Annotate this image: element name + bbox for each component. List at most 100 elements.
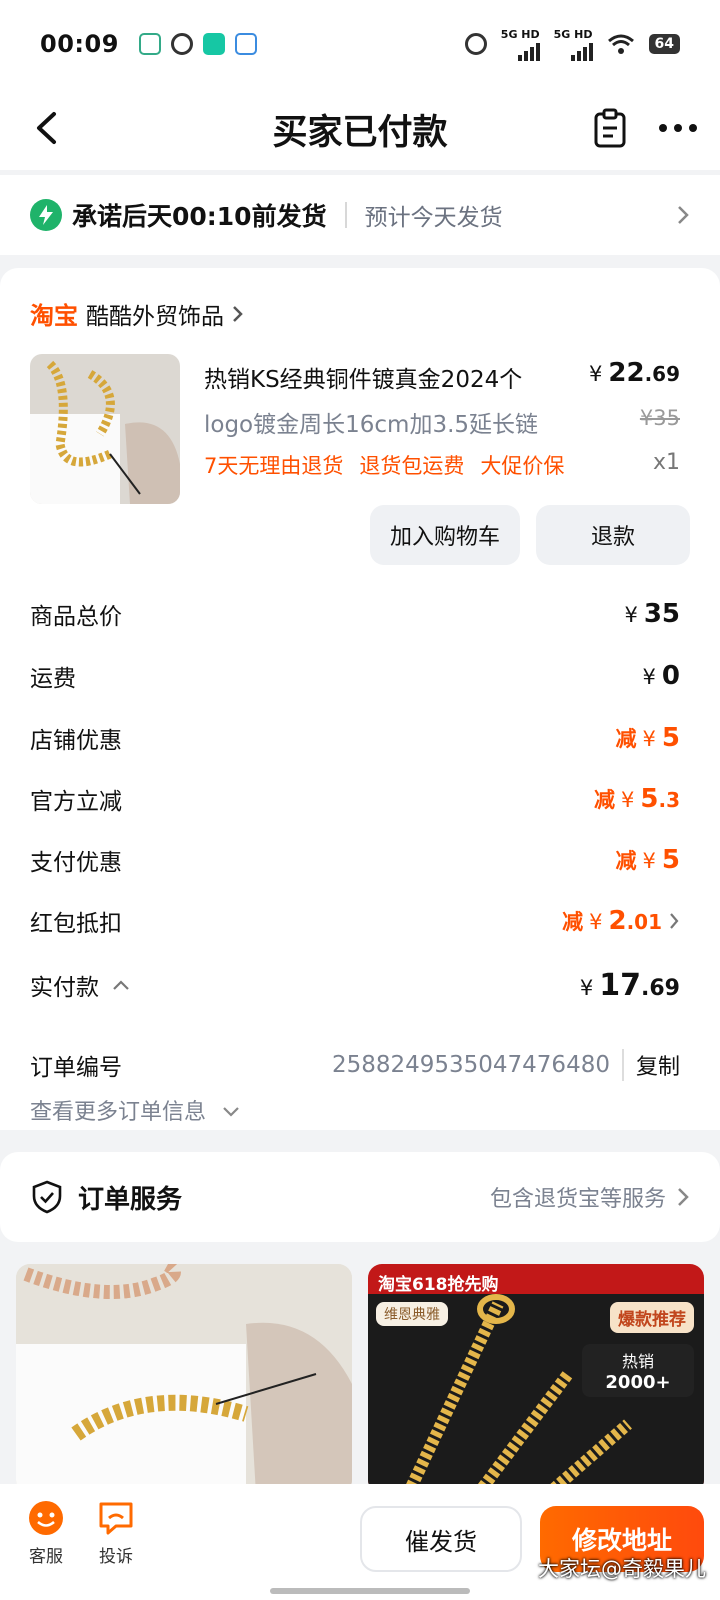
chevron-down-icon <box>223 1107 239 1117</box>
fee-label: 支付优惠 <box>30 850 122 876</box>
app-a-icon <box>202 33 225 55</box>
fee-row-payment-discount: 支付优惠 减 ¥5 <box>30 840 680 880</box>
lightning-icon <box>30 199 62 231</box>
clipboard-icon <box>594 108 626 148</box>
add-to-cart-button[interactable]: 加入购物车 <box>370 505 520 565</box>
copy-button[interactable]: 复制 <box>621 1049 680 1081</box>
app-bilibili-icon <box>234 33 257 55</box>
product-quantity: x1 <box>652 450 680 475</box>
home-app-icon <box>138 33 161 55</box>
fee-label: 店铺优惠 <box>30 728 122 754</box>
shop-name: 酷酷外贸饰品 <box>86 303 224 330</box>
service-desc: 包含退货宝等服务 <box>489 1187 666 1212</box>
ship-estimate: 预计今天发货 <box>364 205 503 231</box>
sales-label: 热销 <box>621 1352 654 1371</box>
price-dec: .69 <box>644 362 680 386</box>
chevron-right-icon <box>678 206 689 224</box>
product-subtitle[interactable]: logo镀金周长16cm加3.5延长链 <box>204 405 538 439</box>
fee-row-total: 商品总价 ¥35 <box>30 594 680 634</box>
signal-bars-icon <box>517 41 540 61</box>
network-type-1: 5G HD <box>500 27 540 41</box>
hot-badge: 爆款推荐 <box>610 1302 694 1333</box>
fee-value: 减 ¥2.01 <box>562 906 662 936</box>
sales-value: 2000+ <box>605 1372 671 1393</box>
promo-banner: 淘宝618抢先购 <box>378 1275 499 1295</box>
battery-icon: 64 <box>648 34 680 54</box>
fee-label: 红包抵扣 <box>30 911 122 937</box>
product-price: ¥22.69 <box>589 358 680 388</box>
price-int: 22 <box>608 358 645 388</box>
taobao-logo: 淘宝 <box>30 302 78 330</box>
top-nav: 买家已付款 <box>0 88 720 170</box>
product-tags: 7天无理由退货 退货包运费 大促价保 <box>204 450 564 480</box>
signal-bars-icon <box>570 41 593 61</box>
divider <box>344 202 347 228</box>
urge-shipping-button[interactable]: 催发货 <box>360 1506 522 1572</box>
fee-value: ¥35 <box>624 599 680 629</box>
ship-promise: 承诺后天00:10前发货 <box>72 202 327 231</box>
recommendations: 淘宝618抢先购 维恩典雅 爆款推荐 热销 2000+ <box>0 1254 720 1494</box>
refund-button[interactable]: 退款 <box>536 505 690 565</box>
complaint-button[interactable]: 投诉 <box>86 1498 146 1567</box>
fee-row-paid[interactable]: 实付款 ¥17.69 <box>30 965 680 1005</box>
customer-service-icon <box>29 1501 63 1535</box>
complaint-icon <box>99 1502 133 1535</box>
fee-value: 减 ¥5 <box>615 723 680 753</box>
home-indicator[interactable] <box>270 1588 470 1594</box>
tag: 7天无理由退货 <box>204 454 344 478</box>
fee-label: 商品总价 <box>30 604 122 630</box>
original-price: ¥35 <box>639 406 680 430</box>
fee-label: 官方立减 <box>30 789 122 815</box>
product-title[interactable]: 热销KS经典铜件镀真金2024个 <box>204 360 584 394</box>
shop-link[interactable]: 淘宝 酷酷外贸饰品 <box>30 296 246 331</box>
chevron-right-icon <box>233 305 243 322</box>
fee-value: 减 ¥5.3 <box>594 784 680 814</box>
brand-label: 维恩典雅 <box>376 1302 448 1326</box>
status-time: 00:09 <box>40 30 119 58</box>
sales-badge: 热销 2000+ <box>582 1344 694 1397</box>
status-bar: 00:09 5G HD 5G HD 64 <box>0 0 720 88</box>
recommend-item[interactable]: 淘宝618抢先购 维恩典雅 爆款推荐 热销 2000+ <box>368 1264 704 1494</box>
tag: 退货包运费 <box>359 454 465 478</box>
order-number-row: 订单编号 2588249535047476480 复制 <box>30 1048 680 1082</box>
customer-service-button[interactable]: 客服 <box>16 1498 76 1567</box>
fee-row-shop-discount: 店铺优惠 减 ¥5 <box>30 718 680 758</box>
customer-service-label: 客服 <box>29 1547 63 1567</box>
more-order-info-label: 查看更多订单信息 <box>30 1100 207 1125</box>
signal-2: 5G HD <box>554 28 593 61</box>
chevron-right-icon <box>670 913 679 929</box>
currency-symbol: ¥ <box>589 362 603 386</box>
more-dots-icon <box>659 124 697 132</box>
order-card: 淘宝 酷酷外贸饰品 热销KS经典铜件镀真金2024个 logo镀金周长16cm加… <box>0 268 720 1130</box>
fee-value: ¥0 <box>642 661 680 691</box>
chevron-up-icon <box>113 980 129 990</box>
fee-label: 运费 <box>30 666 76 692</box>
chevron-right-icon <box>678 1188 689 1206</box>
fee-value: 减 ¥5 <box>615 845 680 875</box>
complaint-label: 投诉 <box>99 1547 133 1567</box>
order-service-row[interactable]: 订单服务 包含退货宝等服务 <box>0 1152 720 1242</box>
fee-value: ¥17.69 <box>579 967 680 1003</box>
tag: 大促价保 <box>480 454 565 478</box>
fee-row-red-packet[interactable]: 红包抵扣 减 ¥2.01 <box>30 901 680 941</box>
alarm-icon <box>170 33 193 55</box>
fee-row-shipping: 运费 ¥0 <box>30 656 680 696</box>
signal-1: 5G HD <box>501 28 540 61</box>
service-title: 订单服务 <box>78 1184 183 1215</box>
shield-icon <box>32 1180 62 1214</box>
watermark: 大家坛@奇毅果儿 <box>538 1557 706 1581</box>
more-order-info-link[interactable]: 查看更多订单信息 <box>30 1094 241 1126</box>
product-image[interactable] <box>30 354 180 504</box>
order-number: 2588249535047476480 <box>331 1052 610 1078</box>
alarm-clock-icon <box>464 33 487 55</box>
more-options-button[interactable] <box>650 104 706 152</box>
fee-row-official-discount: 官方立减 减 ¥5.3 <box>30 779 680 819</box>
network-type-2: 5G HD <box>553 27 593 41</box>
fee-label: 实付款 <box>30 975 99 1001</box>
status-indicators: 5G HD 5G HD 64 <box>464 28 680 61</box>
wifi-icon <box>607 34 634 54</box>
clipboard-button[interactable] <box>586 102 634 154</box>
shipping-info[interactable]: 承诺后天00:10前发货 预计今天发货 <box>0 175 720 255</box>
notification-icons <box>138 33 257 55</box>
recommend-item[interactable] <box>16 1264 352 1494</box>
